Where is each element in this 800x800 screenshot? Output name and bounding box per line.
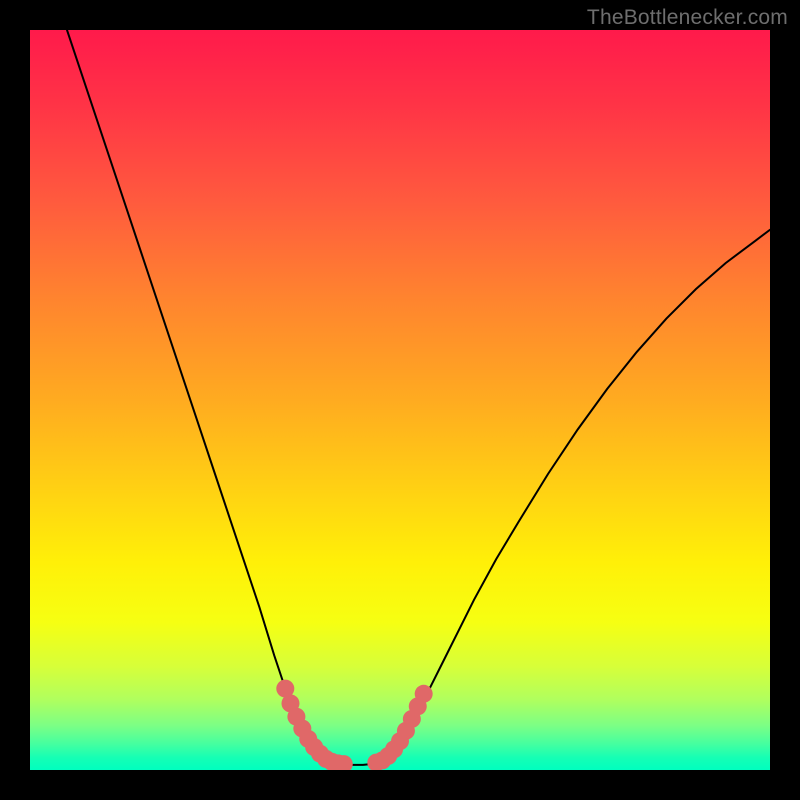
plot-area [30, 30, 770, 770]
curve-right-curve [400, 230, 770, 744]
curve-layer [30, 30, 770, 770]
outer-frame: TheBottlenecker.com [0, 0, 800, 800]
curve-left-curve [67, 30, 326, 761]
marker-dot [415, 685, 433, 703]
watermark-text: TheBottlenecker.com [587, 6, 788, 30]
